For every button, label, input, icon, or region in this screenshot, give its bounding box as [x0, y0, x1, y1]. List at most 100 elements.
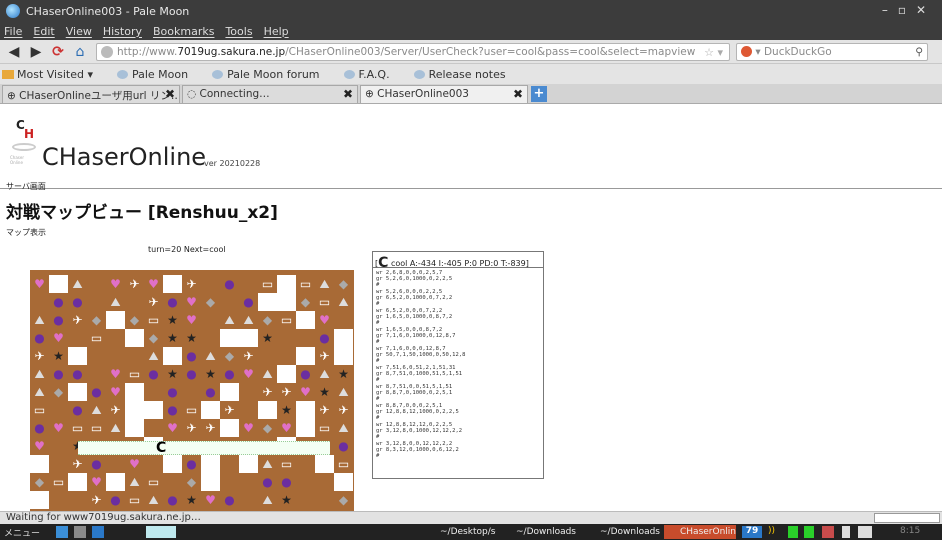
site-identity-icon[interactable]	[101, 46, 113, 58]
map-tile: ●	[167, 493, 178, 507]
task-desktop[interactable]: ~/Desktop/sc	[424, 525, 496, 539]
volume-icon[interactable]: ))	[768, 526, 782, 538]
launcher-icon[interactable]	[56, 526, 68, 538]
close-tab-icon[interactable]: ✖	[165, 87, 175, 101]
palemoon-logo-icon	[6, 4, 20, 18]
menu-help[interactable]: Help	[264, 25, 289, 38]
close-tab-icon[interactable]: ✖	[343, 87, 353, 101]
map-tile: ●	[34, 421, 45, 435]
bookmark-pale-moon[interactable]: Pale Moon	[116, 67, 200, 81]
map-tile: ★	[262, 331, 273, 345]
map-tile: ●	[72, 403, 83, 417]
menu-bookmarks[interactable]: Bookmarks	[153, 25, 214, 38]
back-icon[interactable]: ◀	[6, 44, 22, 60]
map-tile: ♥	[110, 385, 121, 399]
window-title: CHaserOnline003 - Pale Moon	[26, 4, 190, 18]
reload-icon[interactable]: ⟳	[50, 44, 66, 60]
home-icon[interactable]: ⌂	[72, 44, 88, 60]
menu-history[interactable]: History	[103, 25, 142, 38]
workspace-switcher[interactable]	[146, 526, 176, 538]
url-host: 7019ug.sakura.ne.jp	[177, 46, 286, 58]
map-tile	[258, 293, 277, 311]
page-content: CH Chaser Online CHaserOnline ver 202102…	[0, 105, 942, 511]
new-tab-button[interactable]: +	[531, 86, 547, 102]
map-tile: ●	[281, 475, 292, 489]
map-tile: ◆	[148, 331, 159, 345]
log-entry: wr 8,7,51,0,0,51,5,1,51 gr 8,8,7,0,1000,0…	[376, 384, 540, 402]
log-line: #	[376, 301, 380, 307]
site-header: CH Chaser Online CHaserOnline ver 202102…	[0, 105, 942, 189]
map-tile	[163, 473, 182, 491]
map-tile	[106, 347, 125, 365]
tab-connecting[interactable]: ◌ Connecting… ✖	[182, 85, 358, 103]
map-tile: ▭	[318, 295, 331, 309]
search-icon[interactable]: ⚲	[915, 46, 923, 58]
map-tile: ♥	[281, 421, 292, 435]
task-chaser-online[interactable]: CHaserOnlin	[664, 525, 736, 539]
terminal-icon[interactable]	[92, 526, 104, 538]
menu-tools[interactable]: Tools	[225, 25, 252, 38]
task-downloads-1[interactable]: ~/Downloads	[500, 525, 580, 539]
map-tile: ✈	[224, 403, 235, 417]
tray-icon[interactable]	[804, 526, 814, 538]
map-tile	[87, 293, 106, 311]
bookmark-star-icon[interactable]: ☆ ▾	[704, 46, 723, 59]
search-bar[interactable]: ▾ DuckDuckGo ⚲	[736, 43, 928, 61]
map-tile	[49, 455, 68, 473]
duckduckgo-icon[interactable]	[741, 46, 752, 57]
map-tile: ♥	[167, 421, 178, 435]
task-downloads-2[interactable]: ~/Downloads	[584, 525, 660, 539]
map-tile: ✈	[129, 277, 140, 291]
turn-info: turn=20 Next=cool	[148, 245, 226, 254]
tray-icon[interactable]	[822, 526, 834, 538]
map-tile: ●	[224, 493, 235, 507]
menu-view[interactable]: View	[66, 25, 92, 38]
map-tile	[201, 329, 220, 347]
tray-icon[interactable]	[788, 526, 798, 538]
folder-icon	[2, 69, 14, 79]
bookmark-label: Pale Moon	[131, 67, 189, 81]
map-tile: ✈	[110, 403, 121, 417]
url-bar[interactable]: http://www.7019ug.sakura.ne.jp/CHaserOnl…	[96, 43, 730, 61]
bookmark-most-visited[interactable]: Most Visited ▾	[2, 68, 105, 81]
log-line: #	[376, 377, 380, 383]
map-tile	[201, 455, 220, 473]
forward-icon[interactable]: ▶	[28, 44, 44, 60]
map-tile: ⛰	[224, 313, 235, 327]
window-controls[interactable]: –▫✕	[882, 3, 936, 17]
map-tile: ◆	[186, 475, 197, 489]
map-tile: ✈	[72, 457, 83, 471]
map-tile	[144, 419, 163, 437]
menu-edit[interactable]: Edit	[33, 25, 54, 38]
map-tile: ♥	[53, 331, 64, 345]
network-icon[interactable]	[858, 526, 872, 538]
map-tile: ◆	[129, 313, 140, 327]
tab-chaser-online[interactable]: ⊕ CHaserOnline003 ✖	[360, 85, 528, 103]
launcher-icon[interactable]	[74, 526, 86, 538]
bookmark-release-notes[interactable]: Release notes	[413, 68, 518, 81]
map-tile: ♥	[129, 457, 140, 471]
map-tile: ✈	[338, 403, 349, 417]
tray-badge[interactable]: 79	[742, 526, 762, 538]
map-tile: ✈	[262, 385, 273, 399]
menu-file[interactable]: File	[4, 25, 22, 38]
start-menu-button[interactable]: メニュー	[4, 526, 40, 539]
map-tile: ◆	[262, 313, 273, 327]
map-tile: ◆	[53, 385, 64, 399]
map-tile: ★	[281, 493, 292, 507]
map-tile: ⛰	[338, 421, 349, 435]
map-tile	[239, 275, 258, 293]
map-tile: ▭	[71, 421, 84, 435]
tab-chaser-url-links[interactable]: ⊕ CHaserOnlineユーザ用url リン… ✖	[2, 85, 180, 103]
bookmark-faq[interactable]: F.A.Q.	[343, 68, 402, 81]
map-tile: ●	[186, 367, 197, 381]
map-tile	[106, 329, 125, 347]
battery-icon[interactable]	[842, 526, 850, 538]
map-tile	[144, 401, 163, 419]
bookmark-forum[interactable]: Pale Moon forum	[212, 68, 331, 81]
map-tile	[296, 347, 315, 365]
map-tile	[296, 329, 315, 347]
map-tile: ●	[186, 457, 197, 471]
close-tab-icon[interactable]: ✖	[513, 87, 523, 101]
map-tile	[49, 437, 68, 455]
